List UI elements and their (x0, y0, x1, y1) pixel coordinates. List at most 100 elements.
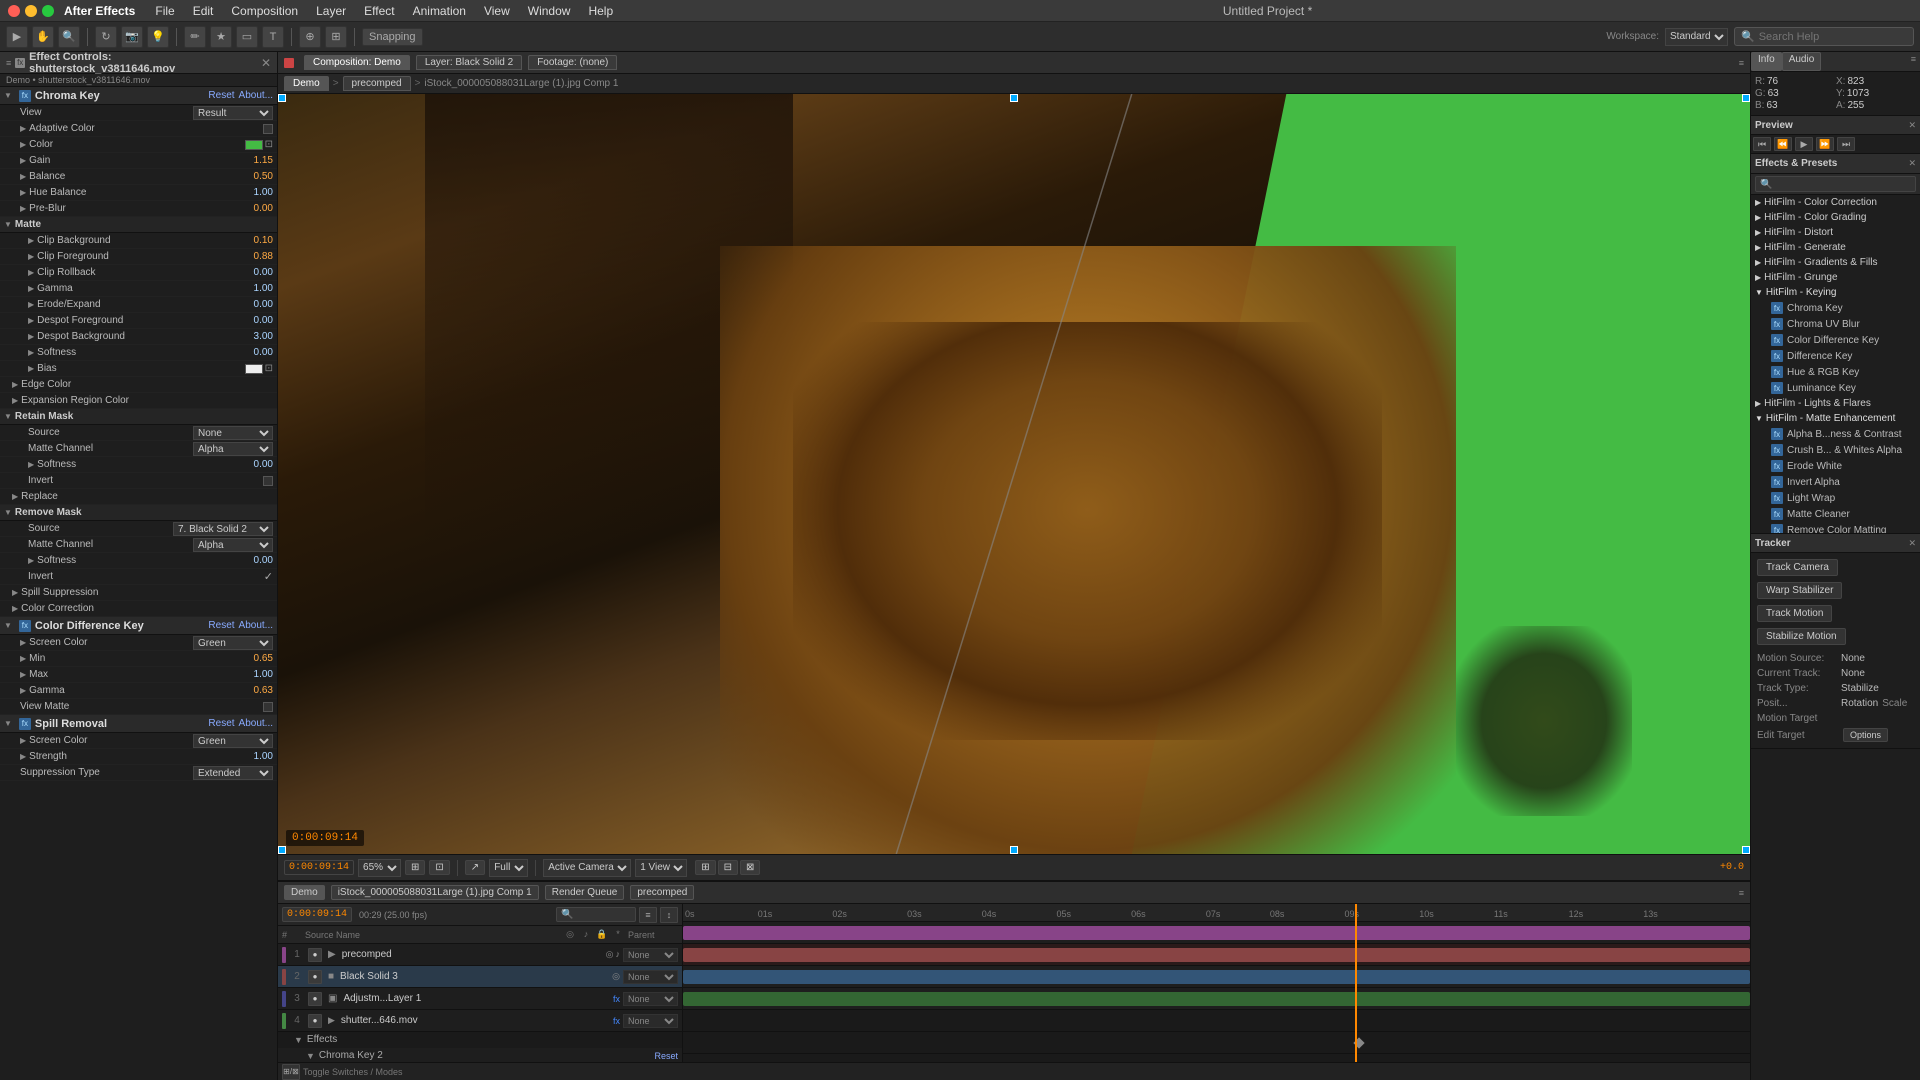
matte-gamma-value[interactable]: 1.00 (233, 283, 273, 294)
tracker-close[interactable]: ✕ (1908, 538, 1916, 549)
snap-btn[interactable]: ↗ (465, 860, 485, 875)
cdk-gamma-value[interactable]: 0.63 (233, 685, 273, 696)
rmask-softness-toggle[interactable]: ▶ (28, 556, 34, 565)
cdk-min-toggle[interactable]: ▶ (20, 654, 26, 663)
tool-pen[interactable]: ✏ (184, 26, 206, 48)
layer-vis-4[interactable]: ● (308, 1014, 322, 1028)
timeline-tab-istock[interactable]: iStock_000005088031Large (1).jpg Comp 1 (331, 885, 539, 900)
tool-select[interactable]: ▶ (6, 26, 28, 48)
hue-balance-value[interactable]: 1.00 (233, 187, 273, 198)
warp-stabilizer-btn[interactable]: Warp Stabilizer (1757, 582, 1842, 599)
menu-edit[interactable]: Edit (185, 2, 222, 20)
cdk-gamma-toggle[interactable]: ▶ (20, 686, 26, 695)
sr-suppression-select[interactable]: Extended (193, 766, 273, 780)
tl-mode-btn[interactable]: ⊞/⊠ (282, 1064, 300, 1080)
timeline-timecode[interactable]: 0:00:09:14 (282, 907, 352, 922)
sr-strength-toggle[interactable]: ▶ (20, 752, 26, 761)
hue-balance-toggle[interactable]: ▶ (20, 188, 26, 197)
clip-bg-toggle[interactable]: ▶ (28, 236, 34, 245)
ep-item-crush-b[interactable]: fx Crush B... & Whites Alpha (1751, 442, 1920, 458)
rm-source-select[interactable]: None (193, 426, 273, 440)
ep-item-matte-cleaner[interactable]: fx Matte Cleaner (1751, 506, 1920, 522)
matte-toggle[interactable]: ▼ (4, 220, 12, 229)
cdk-max-toggle[interactable]: ▶ (20, 670, 26, 679)
softness-value[interactable]: 0.00 (233, 347, 273, 358)
expansion-toggle[interactable]: ▶ (12, 396, 18, 405)
ep-folder-cg[interactable]: ▶ HitFilm - Color Grading (1751, 210, 1920, 225)
clip-fg-toggle[interactable]: ▶ (28, 252, 34, 261)
rmask-channel-select[interactable]: Alpha (193, 538, 273, 552)
layer-parent-3[interactable]: None (623, 992, 678, 1006)
corner-handle-tl[interactable] (278, 94, 286, 102)
preview-close[interactable]: ✕ (1908, 120, 1916, 131)
nav-tab-demo[interactable]: Demo (284, 76, 329, 91)
layer-btn2[interactable]: ↕ (660, 907, 678, 923)
despot-bg-toggle[interactable]: ▶ (28, 332, 34, 341)
spill-removal-reset[interactable]: Reset (208, 718, 234, 729)
retain-mask-toggle[interactable]: ▼ (4, 412, 12, 421)
chroma-effect-reset[interactable]: Reset (654, 1051, 678, 1061)
cdk-max-value[interactable]: 1.00 (233, 669, 273, 680)
fullscreen-button[interactable] (42, 5, 54, 17)
remove-mask-header[interactable]: ▼ Remove Mask (0, 505, 277, 521)
adaptive-toggle[interactable]: ▶ (20, 124, 26, 133)
workspace-select[interactable]: Standard (1665, 28, 1728, 46)
ep-item-chroma-uv[interactable]: fx Chroma UV Blur (1751, 316, 1920, 332)
comp-tab-layer[interactable]: Layer: Black Solid 2 (416, 55, 522, 70)
menu-animation[interactable]: Animation (405, 2, 474, 20)
gain-value[interactable]: 1.15 (233, 155, 273, 166)
replace-toggle[interactable]: ▶ (12, 492, 18, 501)
menu-window[interactable]: Window (520, 2, 579, 20)
zoom-select[interactable]: 65% (358, 859, 401, 877)
menu-view[interactable]: View (476, 2, 518, 20)
prev-first[interactable]: ⏮ (1753, 137, 1771, 151)
panel-menu-icon[interactable]: ≡ (6, 58, 11, 68)
info-menu[interactable]: ≡ (1907, 52, 1920, 71)
spill-toggle[interactable]: ▶ (12, 588, 18, 597)
ep-folder-grunge[interactable]: ▶ HitFilm - Grunge (1751, 270, 1920, 285)
prev-back[interactable]: ⏪ (1774, 137, 1792, 151)
chroma-key-view-select[interactable]: Result (193, 106, 273, 120)
snapping-toggle[interactable]: Snapping (362, 28, 423, 46)
corner-handle-bm[interactable] (1010, 846, 1018, 854)
clip-fg-value[interactable]: 0.88 (233, 251, 273, 262)
spill-removal-toggle[interactable]: ▼ (4, 719, 12, 728)
corner-handle-bl[interactable] (278, 846, 286, 854)
balance-toggle[interactable]: ▶ (20, 172, 26, 181)
tool-cam[interactable]: 📷 (121, 26, 143, 48)
ep-item-erode-w[interactable]: fx Erode White (1751, 458, 1920, 474)
pre-blur-value[interactable]: 0.00 (233, 203, 273, 214)
ep-folder-matte[interactable]: ▼ HitFilm - Matte Enhancement (1751, 411, 1920, 426)
chroma-key-about[interactable]: About... (239, 90, 273, 101)
rmask-softness-value[interactable]: 0.00 (233, 555, 273, 566)
prev-play[interactable]: ▶ (1795, 137, 1813, 151)
sr-screen-toggle[interactable]: ▶ (20, 736, 26, 745)
ep-item-alpha-bc[interactable]: fx Alpha B...ness & Contrast (1751, 426, 1920, 442)
bias-expand[interactable]: ⊡ (265, 363, 273, 374)
grid-btn[interactable]: ⊞ (405, 860, 425, 875)
erode-toggle[interactable]: ▶ (28, 300, 34, 309)
tool-zoom[interactable]: 🔍 (58, 26, 80, 48)
edge-color-toggle[interactable]: ▶ (12, 380, 18, 389)
rmask-source-select[interactable]: 7. Black Solid 2 (173, 522, 273, 536)
layer-vis-1[interactable]: ● (308, 948, 322, 962)
adaptive-color-checkbox[interactable] (263, 124, 273, 134)
bias-toggle[interactable]: ▶ (28, 364, 34, 373)
tool-light[interactable]: 💡 (147, 26, 169, 48)
retain-mask-header[interactable]: ▼ Retain Mask (0, 409, 277, 425)
comp-tab-composition[interactable]: Composition: Demo (304, 55, 410, 70)
gain-toggle[interactable]: ▶ (20, 156, 26, 165)
clip-rollback-value[interactable]: 0.00 (233, 267, 273, 278)
audio-tab[interactable]: Audio (1782, 52, 1822, 71)
corner-handle-tm[interactable] (1010, 94, 1018, 102)
tool-rot[interactable]: ↻ (95, 26, 117, 48)
despot-fg-toggle[interactable]: ▶ (28, 316, 34, 325)
layer-btn1[interactable]: ≡ (639, 907, 657, 923)
ep-folder-cc[interactable]: ▶ HitFilm - Color Correction (1751, 195, 1920, 210)
ep-folder-lights[interactable]: ▶ HitFilm - Lights & Flares (1751, 396, 1920, 411)
chroma-effect-toggle[interactable]: ▼ (306, 1051, 315, 1061)
view-mode-btn2[interactable]: ⊟ (718, 860, 738, 875)
erode-value[interactable]: 0.00 (233, 299, 273, 310)
chroma-key-toggle[interactable]: ▼ (4, 91, 12, 100)
time-playhead[interactable] (1355, 904, 1357, 1062)
